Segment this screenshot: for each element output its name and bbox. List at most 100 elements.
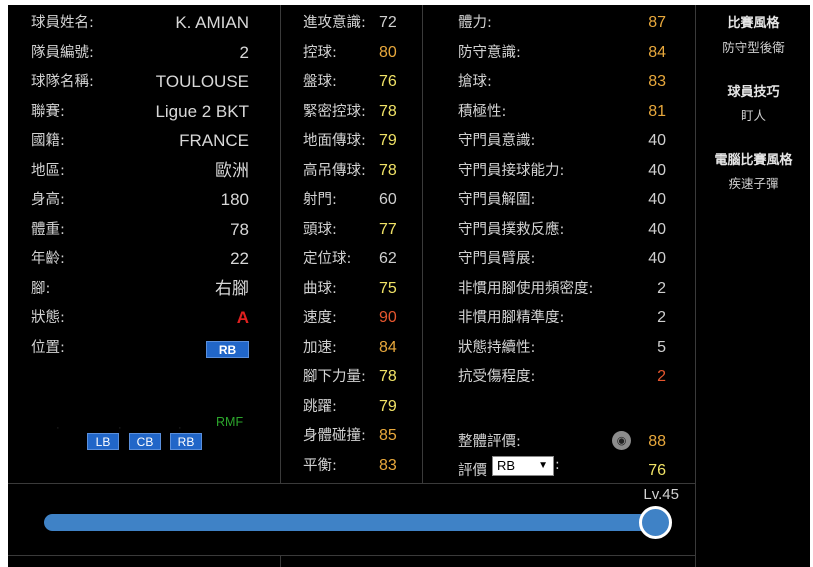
player-info-row: 隊員編號: 2	[8, 41, 280, 65]
level-slider-row: Lv.45	[8, 483, 695, 556]
defense-stat-row: 守門員解圍: 40	[423, 188, 695, 212]
attack-stats-column: 進攻意識: 72 控球: 80 盤球: 76 緊密控球: 78 地面傳球: 79 高吊傳球: 78 射門…	[281, 5, 423, 483]
player-info-label: 狀態:	[31, 310, 65, 326]
pos-ghost-mark: ·	[56, 422, 60, 434]
defense-stat-row: 搶球: 83	[423, 70, 695, 94]
defense-stat-row: 狀態持續性: 5	[423, 336, 695, 360]
style-column: 比賽風格 防守型後衛 球員技巧 盯人 電腦比賽風格 疾速子彈	[695, 5, 810, 567]
play-style-value: 防守型後衛	[722, 40, 785, 55]
attack-stat-row: 身體碰撞: 85	[281, 424, 422, 448]
chevron-down-icon: ▼	[538, 460, 548, 471]
attack-stat-row: 緊密控球: 78	[281, 100, 422, 124]
attack-stat-value: 76	[379, 73, 397, 90]
defense-stat-value: 40	[648, 220, 666, 238]
player-info-label: 球員姓名:	[31, 15, 94, 31]
skills-value: 盯人	[740, 108, 766, 123]
player-info-label: 隊員編號:	[31, 44, 94, 61]
position-badge-lb: LB	[87, 433, 119, 450]
attack-stat-row: 定位球: 62	[281, 247, 422, 271]
defense-stat-value: 83	[648, 73, 666, 90]
player-info-value: A	[236, 308, 249, 327]
coin-icon: ◉	[612, 431, 631, 450]
defense-stat-value: 40	[648, 161, 666, 179]
attack-stat-label: 跳躍:	[303, 398, 337, 415]
bottom-cell	[8, 556, 281, 567]
level-slider-track[interactable]	[44, 514, 658, 531]
defense-stat-row: 體力: 87	[423, 11, 695, 35]
attack-stat-row: 高吊傳球: 78	[281, 159, 422, 183]
attack-stat-value: 83	[379, 456, 397, 474]
attack-stat-label: 速度:	[303, 310, 337, 326]
com-style-value: 疾速子彈	[728, 176, 779, 191]
player-info-value: 右腳	[215, 278, 249, 298]
position-badge-rb: RB	[170, 433, 202, 450]
player-info-label: 國籍:	[31, 133, 65, 149]
attack-stat-label: 射門:	[303, 192, 337, 208]
player-info-value: 2	[239, 42, 249, 62]
defense-stat-row: 抗受傷程度: 2	[423, 365, 695, 389]
position-highlight-rmf: RMF	[216, 415, 244, 429]
defense-stat-value: 81	[648, 102, 666, 120]
defense-stat-label: 守門員解圍:	[458, 192, 536, 208]
defense-stat-label: 守門員臂展:	[458, 251, 536, 267]
attack-stat-value: 79	[379, 132, 397, 149]
attack-stat-label: 地面傳球:	[303, 133, 366, 149]
rating-colon: :	[555, 457, 560, 473]
defense-stat-label: 守門員接球能力:	[458, 162, 565, 179]
rating-position-select[interactable]: RB ▼	[492, 456, 554, 476]
player-info-value: Ligue 2 BKT	[155, 101, 249, 121]
player-info-row: 腳: 右腳	[8, 277, 280, 301]
player-info-row: 年齡: 22	[8, 247, 280, 271]
bottom-row	[8, 556, 695, 567]
defense-stat-value: 5	[657, 338, 666, 356]
defense-stat-row: 守門員臂展: 40	[423, 247, 695, 271]
defense-stat-label: 搶球:	[458, 74, 492, 90]
position-map: · · ·	[8, 400, 281, 460]
attack-stat-label: 定位球:	[303, 251, 352, 267]
attack-stat-label: 盤球:	[303, 74, 337, 90]
defense-stat-label: 抗受傷程度:	[458, 369, 536, 385]
player-info-row: 地區: 歐洲	[8, 159, 280, 183]
attack-stat-label: 高吊傳球:	[303, 162, 366, 179]
attack-stat-label: 平衡:	[303, 457, 337, 474]
player-info-label: 球隊名稱:	[31, 74, 94, 90]
player-info-row: 球員姓名: K. AMIAN	[8, 11, 280, 35]
player-info-value: FRANCE	[179, 131, 249, 150]
rating-select-value: RB	[497, 458, 516, 473]
attack-stat-row: 曲球: 75	[281, 277, 422, 301]
attack-stat-label: 腳下力量:	[303, 369, 366, 385]
defense-stat-label: 防守意識:	[458, 44, 521, 61]
skills-title: 球員技巧	[727, 85, 780, 100]
player-info-label: 位置:	[31, 339, 65, 356]
player-stats-panel: 球員姓名: K. AMIAN 隊員編號: 2 球隊名稱: TOULOUSE 聯賽: Ligue…	[8, 5, 810, 567]
level-label: Lv.45	[643, 486, 679, 503]
defense-stat-label: 狀態持續性:	[458, 339, 536, 356]
com-style-title: 電腦比賽風格	[714, 153, 793, 168]
attack-stat-value: 62	[379, 250, 397, 267]
level-slider-thumb[interactable]	[639, 506, 672, 539]
defense-stat-label: 非慣用腳精準度:	[458, 310, 565, 326]
player-info-label: 地區:	[31, 162, 65, 179]
defense-stat-label: 體力:	[458, 15, 492, 31]
defense-stat-row: 積極性: 81	[423, 100, 695, 124]
attack-stat-row: 跳躍: 79	[281, 395, 422, 419]
attack-stat-value: 75	[379, 279, 397, 297]
rating-value: 76	[648, 462, 666, 479]
attack-stat-row: 地面傳球: 79	[281, 129, 422, 153]
player-info-value: TOULOUSE	[155, 72, 249, 91]
attack-stat-value: 90	[379, 309, 397, 326]
overall-rating-value: 88	[648, 433, 666, 450]
attack-stat-value: 78	[379, 368, 397, 385]
player-info-row: 狀態: A	[8, 306, 280, 330]
player-info-label: 身高:	[31, 192, 65, 208]
defense-stat-row: 非慣用腳使用頻密度: 2	[423, 277, 695, 301]
attack-stat-row: 加速: 84	[281, 336, 422, 360]
attack-stat-label: 身體碰撞:	[303, 428, 366, 444]
defense-stat-row: 防守意識: 84	[423, 41, 695, 65]
defense-stat-value: 84	[648, 43, 666, 61]
player-info-row: 國籍: FRANCE	[8, 129, 280, 153]
defense-stat-value: 2	[657, 309, 666, 326]
player-info-value: 78	[230, 219, 249, 239]
attack-stat-label: 進攻意識:	[303, 15, 366, 31]
defense-stat-row: 非慣用腳精準度: 2	[423, 306, 695, 330]
